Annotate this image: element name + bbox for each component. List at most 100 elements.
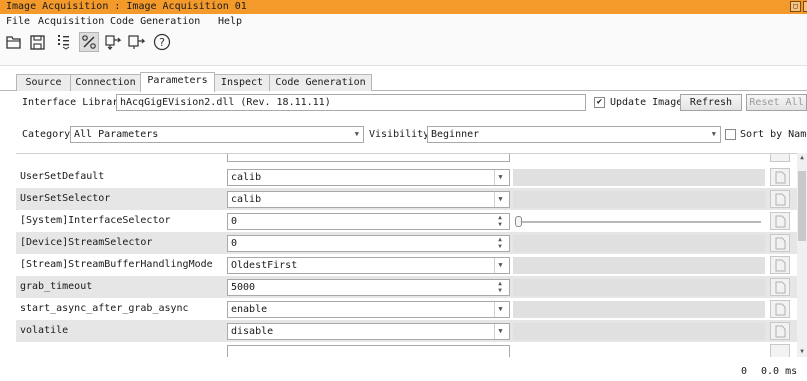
- window-title: Image Acquisition : Image Acquisition 01: [6, 1, 247, 12]
- apply-parameter-button[interactable]: [770, 256, 790, 274]
- apply-parameter-button[interactable]: [770, 234, 790, 252]
- chevron-down-icon: ▼: [354, 130, 359, 138]
- reset-all-button[interactable]: Reset All: [746, 94, 807, 111]
- chevron-down-icon: ▼: [711, 130, 716, 138]
- menu-bar: File Acquisition Code Generation Help: [0, 14, 807, 29]
- slider-handle[interactable]: [515, 216, 522, 227]
- grab-single-icon[interactable]: [54, 32, 74, 52]
- spin-arrows-icon[interactable]: ▲ ▼: [494, 236, 506, 251]
- parameter-value-combo[interactable]: enable ▼: [227, 301, 510, 318]
- parameter-value: OldestFirst: [231, 260, 298, 271]
- parameter-value: calib: [231, 172, 262, 183]
- tab-source[interactable]: Source: [16, 74, 71, 91]
- document-icon: [775, 259, 785, 271]
- chevron-down-icon[interactable]: ▼: [494, 192, 506, 207]
- parameter-name: UserSetDefault: [20, 171, 105, 182]
- parameter-extra: [513, 169, 765, 186]
- parameter-value-combo[interactable]: calib ▼: [227, 169, 510, 186]
- apply-parameter-button[interactable]: [770, 168, 790, 186]
- save-icon[interactable]: [27, 32, 47, 52]
- visibility-value: Beginner: [431, 129, 480, 140]
- parameter-value: 0: [231, 216, 238, 227]
- update-image-checkbox[interactable]: ✔: [594, 97, 605, 108]
- parameter-value-spinbox[interactable]: 0 ▲ ▼: [227, 235, 510, 252]
- table-row: UserSetSelector calib ▼: [16, 188, 797, 210]
- parameter-value: calib: [231, 194, 262, 205]
- tab-code-generation[interactable]: Code Generation: [269, 74, 372, 91]
- table-row: [Stream]StreamBufferHandlingMode OldestF…: [16, 254, 797, 276]
- interface-library-field[interactable]: hAcqGigEVision2.dll (Rev. 18.11.11): [116, 94, 586, 111]
- close-icon[interactable]: [803, 1, 807, 12]
- table-row: [16, 342, 797, 357]
- table-row: UserSetDefault calib ▼: [16, 166, 797, 188]
- category-select[interactable]: All Parameters ▼: [70, 126, 364, 143]
- parameter-value: enable: [231, 304, 268, 315]
- parameter-value-spinbox[interactable]: 0 ▲ ▼: [227, 213, 510, 230]
- transfer-icon[interactable]: [104, 32, 124, 52]
- table-row: volatile disable ▼: [16, 320, 797, 342]
- sort-by-name-checkbox[interactable]: [725, 129, 736, 140]
- document-icon: [775, 237, 785, 249]
- svg-text:?: ?: [159, 36, 165, 49]
- tab-bar: Source Connection Parameters Inspect Cod…: [0, 72, 807, 92]
- insert-code-icon[interactable]: [127, 32, 147, 52]
- sort-by-name-label: Sort by Name: [740, 129, 807, 140]
- scroll-down-icon[interactable]: ▼: [797, 347, 807, 357]
- menu-help[interactable]: Help: [218, 16, 242, 27]
- scrollbar-thumb[interactable]: [798, 171, 806, 241]
- chevron-down-icon[interactable]: ▼: [494, 170, 506, 185]
- refresh-button[interactable]: Refresh: [680, 94, 742, 111]
- spin-arrows-icon[interactable]: ▲ ▼: [494, 214, 506, 229]
- parameter-value-spinbox[interactable]: 5000 ▲ ▼: [227, 279, 510, 296]
- parameter-value: 0: [231, 238, 238, 249]
- tab-inspect[interactable]: Inspect: [214, 74, 270, 91]
- document-icon: [775, 303, 785, 315]
- menu-acquisition[interactable]: Acquisition: [38, 16, 104, 27]
- apply-parameter-button[interactable]: [770, 212, 790, 230]
- parameter-name: [Device]StreamSelector: [20, 237, 153, 248]
- parameter-value-combo[interactable]: disable ▼: [227, 323, 510, 340]
- apply-parameter-button[interactable]: [770, 322, 790, 340]
- table-row: start_async_after_grab_async enable ▼: [16, 298, 797, 320]
- scroll-up-icon[interactable]: ▲: [797, 153, 807, 163]
- document-icon: [775, 325, 785, 337]
- parameter-slider[interactable]: [513, 213, 765, 230]
- table-row: [16, 154, 797, 164]
- parameter-name: [System]InterfaceSelector: [20, 215, 171, 226]
- toolbar: ?: [0, 29, 807, 66]
- apply-parameter-button[interactable]: [770, 190, 790, 208]
- table-row: [System]InterfaceSelector 0 ▲ ▼: [16, 210, 797, 232]
- update-image-label: Update Image: [610, 97, 683, 108]
- table-row: grab_timeout 5000 ▲ ▼: [16, 276, 797, 298]
- status-time: 0.0 ms: [761, 366, 798, 377]
- apply-parameter-button[interactable]: [770, 278, 790, 296]
- open-icon[interactable]: [4, 32, 24, 52]
- restore-icon[interactable]: □: [790, 1, 801, 12]
- parameter-extra: [513, 257, 765, 274]
- parameter-name: [Stream]StreamBufferHandlingMode: [20, 259, 213, 270]
- apply-parameter-button[interactable]: [770, 300, 790, 318]
- document-icon: [775, 215, 785, 227]
- spin-arrows-icon[interactable]: ▲ ▼: [494, 280, 506, 295]
- menu-file[interactable]: File: [6, 16, 30, 27]
- help-icon[interactable]: ?: [152, 32, 172, 52]
- parameter-value: disable: [231, 326, 274, 337]
- parameter-extra: [513, 323, 765, 340]
- parameter-name: grab_timeout: [20, 281, 93, 292]
- tab-connection[interactable]: Connection: [70, 74, 141, 91]
- vertical-scrollbar[interactable]: ▲ ▼: [797, 153, 807, 357]
- parameter-extra: [513, 191, 765, 208]
- menu-code-generation[interactable]: Code Generation: [110, 16, 200, 27]
- parameter-name: volatile: [20, 325, 69, 336]
- chevron-down-icon[interactable]: ▼: [494, 302, 506, 317]
- live-icon[interactable]: [79, 32, 99, 52]
- chevron-down-icon[interactable]: ▼: [494, 324, 506, 339]
- chevron-down-icon[interactable]: ▼: [494, 258, 506, 273]
- status-bar: 0 0.0 ms: [0, 361, 807, 381]
- parameter-value-combo[interactable]: OldestFirst ▼: [227, 257, 510, 274]
- parameter-extra: [513, 279, 765, 296]
- parameter-value-combo[interactable]: calib ▼: [227, 191, 510, 208]
- parameter-name: UserSetSelector: [20, 193, 111, 204]
- visibility-select[interactable]: Beginner ▼: [427, 126, 721, 143]
- tab-parameters[interactable]: Parameters: [140, 72, 215, 92]
